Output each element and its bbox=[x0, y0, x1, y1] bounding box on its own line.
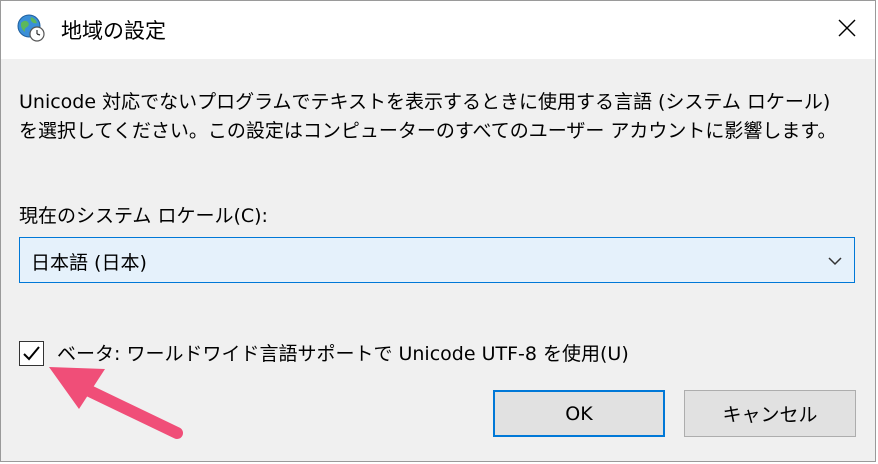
close-icon bbox=[838, 19, 856, 41]
close-button[interactable] bbox=[819, 1, 875, 59]
utf8-checkbox[interactable] bbox=[19, 341, 44, 366]
annotation-arrow-icon bbox=[45, 363, 185, 443]
locale-description: Unicode 対応でないプログラムでテキストを表示するときに使用する言語 (シ… bbox=[19, 91, 837, 142]
cancel-button[interactable]: キャンセル bbox=[684, 390, 856, 437]
title-bar[interactable]: 地域の設定 bbox=[1, 1, 875, 59]
checkmark-icon bbox=[23, 346, 40, 361]
chevron-down-icon bbox=[826, 252, 844, 270]
utf8-checkbox-label[interactable]: ベータ: ワールドワイド言語サポートで Unicode UTF-8 を使用(U) bbox=[57, 339, 629, 366]
system-locale-label: 現在のシステム ロケール(C): bbox=[19, 205, 268, 227]
ok-button[interactable]: OK bbox=[493, 390, 665, 437]
globe-clock-icon bbox=[16, 13, 46, 43]
dialog-title: 地域の設定 bbox=[61, 19, 166, 43]
system-locale-value: 日本語 (日本) bbox=[31, 252, 147, 274]
system-locale-dropdown[interactable]: 日本語 (日本) bbox=[19, 237, 855, 283]
region-settings-dialog: 地域の設定 Unicode 対応でないプログラムでテキストを表示するときに使用す… bbox=[0, 0, 876, 462]
